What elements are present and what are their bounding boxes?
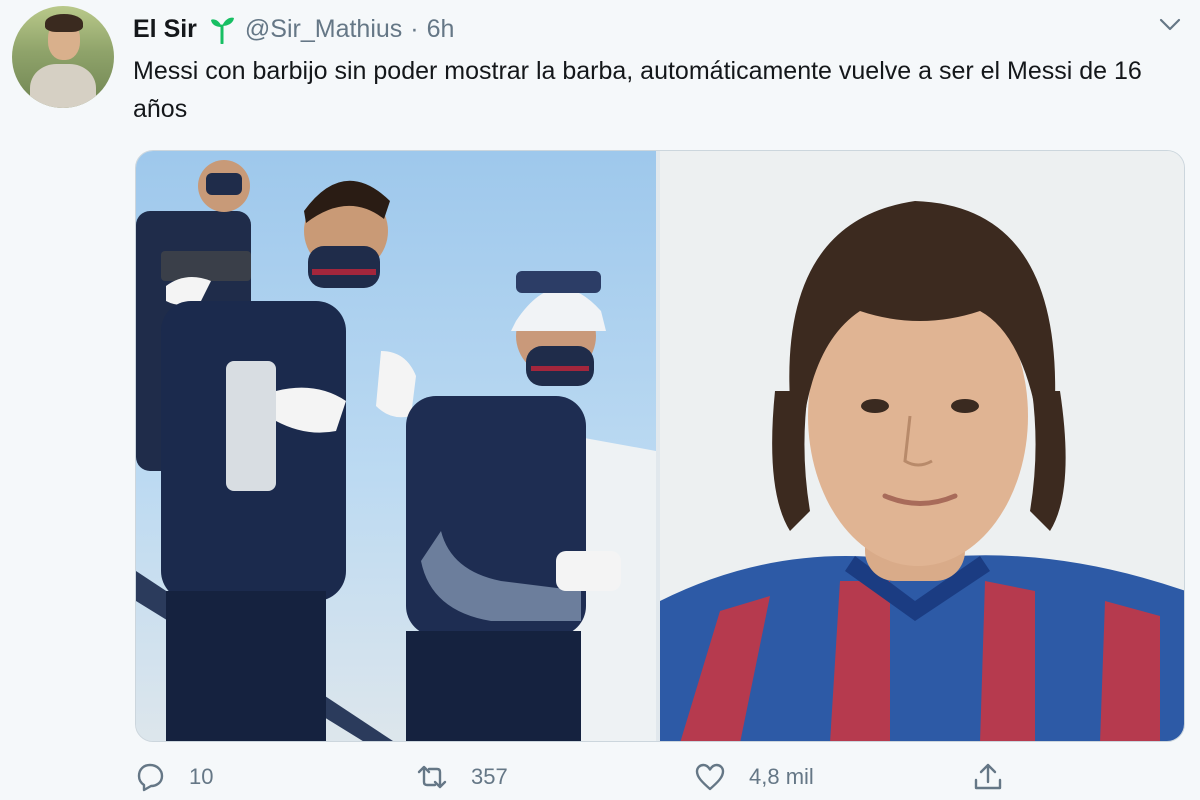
avatar-hair xyxy=(45,14,83,32)
avatar-body xyxy=(30,64,96,108)
reply-button[interactable]: 10 xyxy=(133,760,213,794)
retweet-button[interactable]: 357 xyxy=(415,760,508,794)
tweet-header: El Sir @Sir_Mathius · 6h xyxy=(133,12,454,46)
tweet-actions: 10 357 4,8 mil xyxy=(133,760,1193,800)
reply-count: 10 xyxy=(189,764,214,789)
reply-icon xyxy=(137,763,164,792)
heart-icon xyxy=(695,763,725,791)
share-icon xyxy=(974,763,1002,790)
tweet-media[interactable] xyxy=(135,150,1185,742)
tweet-text: Messi con barbijo sin poder mostrar la b… xyxy=(133,57,1142,123)
separator-dot: · xyxy=(410,14,419,43)
retweet-icon xyxy=(417,765,447,789)
author-name[interactable]: El Sir xyxy=(133,15,197,44)
like-count: 4,8 mil xyxy=(749,764,814,789)
avatar[interactable] xyxy=(12,6,114,108)
chevron-down-icon[interactable] xyxy=(1158,14,1182,36)
players-descending-plane-photo[interactable] xyxy=(136,151,656,741)
tweet[interactable]: El Sir @Sir_Mathius · 6h Messi con barbi… xyxy=(0,0,1200,800)
tweet-timestamp[interactable]: 6h xyxy=(427,15,455,44)
retweet-count: 357 xyxy=(471,764,508,789)
sprout-icon xyxy=(209,14,235,45)
young-messi-portrait-photo[interactable] xyxy=(660,151,1184,741)
like-button[interactable]: 4,8 mil xyxy=(693,760,814,794)
share-button[interactable] xyxy=(971,760,1027,794)
author-handle[interactable]: @Sir_Mathius xyxy=(245,15,402,44)
